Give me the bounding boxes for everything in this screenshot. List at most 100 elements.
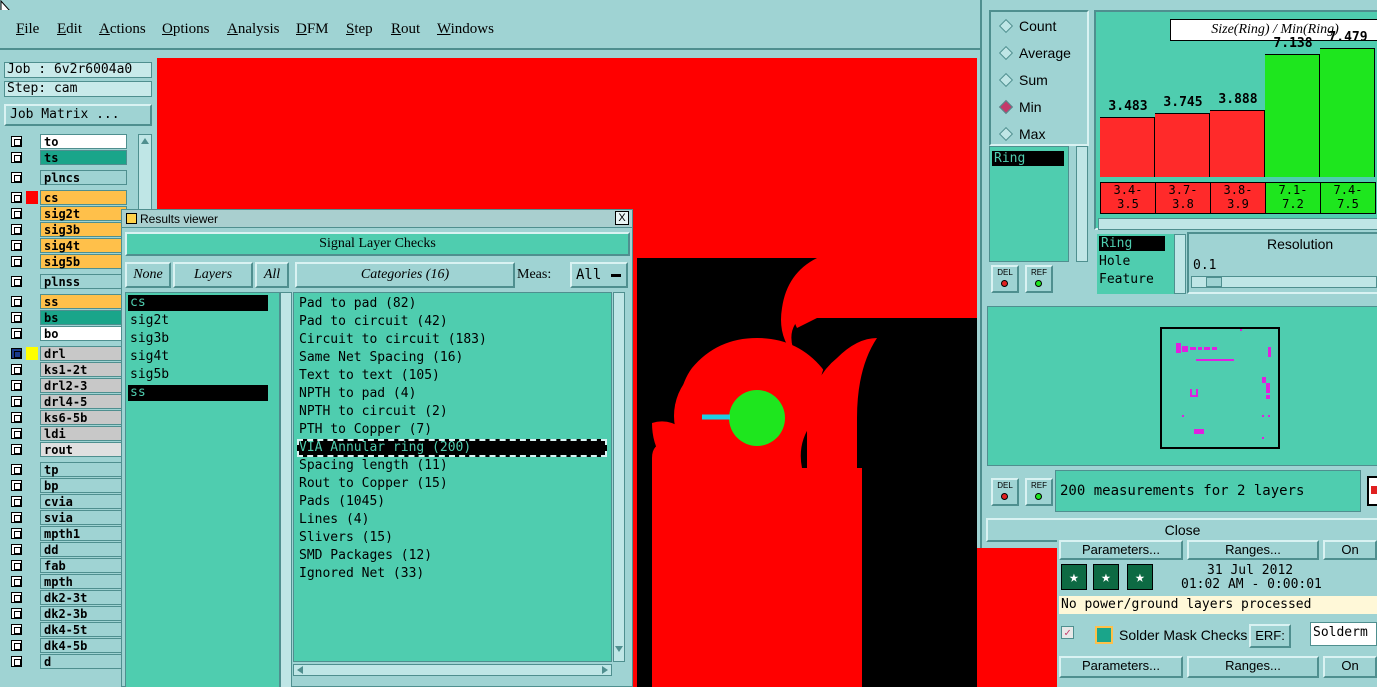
menu-analysis[interactable]: Analysis [227,21,280,38]
layer-row[interactable]: dk4-5t [3,622,127,637]
results-layer-item[interactable]: ss [128,385,268,401]
category-item[interactable]: PTH to Copper (7) [297,421,607,439]
parameters-button-2[interactable]: Parameters... [1059,656,1183,678]
layer-checkbox[interactable] [11,464,22,475]
layer-checkbox[interactable] [11,608,22,619]
del-button[interactable]: DEL [991,265,1019,293]
layer-checkbox[interactable] [11,172,22,183]
del-button-2[interactable]: DEL [991,478,1019,506]
layer-checkbox[interactable] [11,412,22,423]
none-button[interactable]: None [125,262,171,288]
layer-checkbox[interactable] [11,192,22,203]
check-checkbox[interactable]: ✓ [1061,626,1074,639]
category-item[interactable]: Slivers (15) [297,529,607,547]
layer-row[interactable]: to [3,134,127,149]
category-item[interactable]: Spacing length (11) [297,457,607,475]
layer-row[interactable]: ks6-5b [3,410,127,425]
layer-row[interactable]: drl2-3 [3,378,127,393]
category-item[interactable]: Text to text (105) [297,367,607,385]
layer-row[interactable]: sig4t [3,238,127,253]
histogram-bar[interactable] [1100,117,1155,177]
layers-button[interactable]: Layers [173,262,253,288]
category-item[interactable]: VIA Annular ring (200) [297,439,607,457]
layer-checkbox[interactable] [11,444,22,455]
category-item[interactable]: NPTH to pad (4) [297,385,607,403]
menu-step[interactable]: Step [346,21,373,38]
ref-button[interactable]: REF [1025,265,1053,293]
radio-max[interactable]: Max [999,124,1045,144]
category-hscrollbar[interactable] [293,664,612,676]
layer-row[interactable]: sig5b [3,254,127,269]
layer-checkbox[interactable] [11,640,22,651]
layer-row[interactable]: dk2-3t [3,590,127,605]
menu-dfm[interactable]: DFM [296,21,329,38]
layer-row[interactable]: ss [3,294,127,309]
layer-checkbox[interactable] [11,312,22,323]
ranges-button-2[interactable]: Ranges... [1187,656,1319,678]
layer-checkbox[interactable] [11,592,22,603]
results-viewer-titlebar[interactable]: Results viewer X [122,210,632,228]
results-layer-item[interactable]: sig5b [128,367,268,383]
categories-button[interactable]: Categories (16) [295,262,515,288]
category-item[interactable]: Ignored Net (33) [297,565,607,583]
layer-row[interactable]: dk2-3b [3,606,127,621]
layer-row[interactable]: svia [3,510,127,525]
attribute-item-feature[interactable]: Feature [1099,272,1154,287]
layer-checkbox[interactable] [11,656,22,667]
category-item[interactable]: Pads (1045) [297,493,607,511]
layer-checkbox[interactable] [11,480,22,491]
layer-checkbox[interactable] [11,512,22,523]
category-item[interactable]: Rout to Copper (15) [297,475,607,493]
menu-options[interactable]: Options [162,21,210,38]
board-minimap[interactable] [1160,327,1280,449]
layer-row[interactable]: mpth1 [3,526,127,541]
category-item[interactable]: Lines (4) [297,511,607,529]
ranges-button[interactable]: Ranges... [1187,540,1319,560]
radio-min[interactable]: Min [999,97,1042,117]
menu-edit[interactable]: Edit [57,21,82,38]
layer-checkbox[interactable] [11,136,22,147]
histogram-bar[interactable] [1155,113,1210,177]
meas-dropdown[interactable]: All [570,262,628,288]
layer-row[interactable]: sig2t [3,206,127,221]
layer-checkbox[interactable] [11,328,22,339]
measure-list-item[interactable]: Ring [992,151,1064,166]
category-item[interactable]: Circuit to circuit (183) [297,331,607,349]
layer-row[interactable]: drl [3,346,127,361]
attribute-item-ring[interactable]: Ring [1099,236,1165,251]
radio-count[interactable]: Count [999,16,1056,36]
slider-thumb[interactable] [1206,277,1222,287]
layer-row[interactable]: sig3b [3,222,127,237]
layer-row[interactable]: bs [3,310,127,325]
radio-average[interactable]: Average [999,43,1071,63]
results-layer-item[interactable]: sig4t [128,349,268,365]
radio-sum[interactable]: Sum [999,70,1048,90]
all-button[interactable]: All [255,262,289,288]
layer-checkbox[interactable] [11,428,22,439]
layer-row[interactable]: dk4-5b [3,638,127,653]
layer-row[interactable]: bo [3,326,127,341]
category-scrollbar[interactable] [613,292,625,662]
layer-checkbox[interactable] [11,576,22,587]
category-item[interactable]: Pad to pad (82) [297,295,607,313]
on-button[interactable]: On [1323,540,1377,560]
layer-row[interactable]: fab [3,558,127,573]
layer-checkbox[interactable] [11,152,22,163]
layer-checkbox[interactable] [11,364,22,375]
layer-row[interactable]: cvia [3,494,127,509]
histogram-bar[interactable] [1320,48,1375,177]
menu-file[interactable]: File [16,21,39,38]
category-item[interactable]: NPTH to circuit (2) [297,403,607,421]
layer-checkbox[interactable] [11,240,22,251]
layer-row[interactable]: tp [3,462,127,477]
on-button-2[interactable]: On [1323,656,1377,678]
layer-checkbox[interactable] [11,528,22,539]
menu-actions[interactable]: Actions [99,21,146,38]
layer-row[interactable]: dd [3,542,127,557]
layer-row[interactable]: drl4-5 [3,394,127,409]
results-layer-item[interactable]: sig3b [128,331,268,347]
layer-row[interactable]: ldi [3,426,127,441]
resolution-slider[interactable] [1191,276,1377,288]
layer-checkbox[interactable] [11,256,22,267]
layer-row[interactable]: rout [3,442,127,457]
